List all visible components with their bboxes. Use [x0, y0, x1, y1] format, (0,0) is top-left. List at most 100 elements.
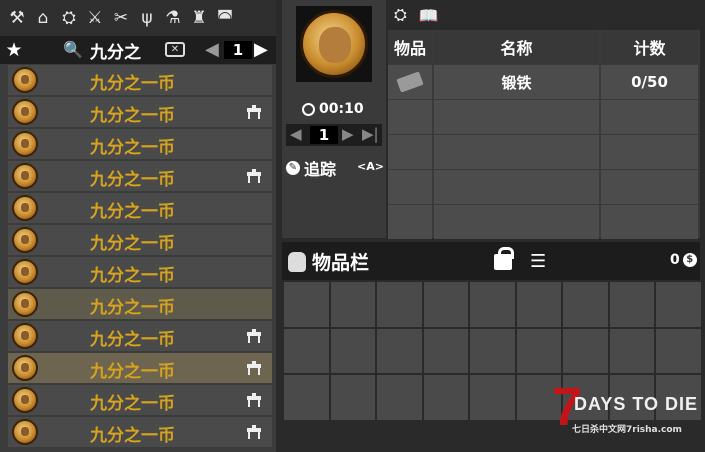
recipe-label: 九分之一币 [90, 426, 175, 446]
recipe-label: 九分之一币 [90, 106, 175, 126]
track-button[interactable]: ✎ 追踪 [286, 156, 336, 180]
recipe-row[interactable]: 九分之一币 [0, 384, 272, 416]
inventory-slot[interactable] [563, 282, 608, 327]
recipe-row[interactable]: 九分之一币 [0, 96, 272, 128]
inventory-slot[interactable] [470, 375, 515, 420]
compass-icon: ✎ [286, 161, 300, 175]
recipe-list: 九分之一币 九分之一币 九分之一币 九分之一币 九分之一币 九分之一币 九分之一币 九分之一币… [0, 64, 276, 448]
recipe-row[interactable]: 九分之一币 [0, 192, 272, 224]
table-row: 锻铁 0/50 [388, 65, 700, 99]
recipe-row[interactable]: 九分之一币 [0, 64, 272, 96]
recipe-label: 九分之一币 [90, 170, 175, 190]
workbench-icon [246, 168, 262, 183]
coin-icon [12, 195, 38, 221]
ingredient-icon-cell [388, 65, 432, 99]
workbench-icon [246, 104, 262, 119]
forged-iron-icon [396, 71, 424, 93]
coin-icon [12, 131, 38, 157]
inventory-slot[interactable] [284, 328, 329, 373]
hammer-icon[interactable]: ⚒ [4, 3, 30, 33]
ingredients-tabs: ⛭ 📖 [388, 0, 700, 30]
inventory-slot[interactable] [470, 328, 515, 373]
inventory-slot[interactable] [563, 328, 608, 373]
coin-icon [12, 387, 38, 413]
ingredient-count [601, 205, 698, 239]
workbench-tab-icon[interactable]: ⛭ [394, 5, 407, 25]
currency-icon: $ [682, 253, 697, 267]
ingredients-panel: ⛭ 📖 物品 名称 计数 锻铁 0/50 [388, 0, 700, 240]
lock-icon[interactable] [494, 247, 514, 270]
fork-icon[interactable]: ψ [134, 3, 160, 33]
sword-icon[interactable]: ⚔ [82, 3, 108, 33]
inventory-slot[interactable] [377, 375, 422, 420]
recipe-row[interactable]: 九分之一币 [0, 160, 272, 192]
recipe-panel: ⚒⌂⛭⚔✂ψ⚗♜◚ ★ 🔍 ✕ ◀ 1 ▶ 九分之一币九分之一币九分之一币九分之… [0, 0, 276, 452]
tools-icon[interactable]: ✂ [108, 3, 134, 33]
inventory-slot[interactable] [377, 282, 422, 327]
ingredients-table: 物品 名称 计数 锻铁 0/50 [388, 30, 700, 240]
header-count: 计数 [601, 30, 698, 64]
quantity-stepper: ◀ 1 ▶ ▶| [286, 124, 382, 146]
armor-icon[interactable]: ♜ [186, 3, 212, 33]
inventory-slot[interactable] [470, 282, 515, 327]
recipe-row[interactable]: 九分之一币 [0, 128, 272, 160]
inventory-slot[interactable] [609, 328, 654, 373]
science-icon[interactable]: ⚗ [160, 3, 186, 33]
inventory-slot[interactable] [609, 282, 654, 327]
inventory-slot[interactable] [284, 282, 329, 327]
helmet-icon[interactable]: ◚ [212, 3, 238, 33]
page-prev-button[interactable]: ◀ [205, 39, 219, 60]
search-icon[interactable]: 🔍 [63, 40, 83, 59]
workbench-icon [246, 392, 262, 407]
inventory-slot[interactable] [516, 282, 561, 327]
craft-timer: 00:10 [302, 101, 364, 117]
sort-icon[interactable]: ☰ [530, 251, 546, 272]
workbench-icon[interactable]: ⛭ [56, 3, 82, 33]
table-row [388, 205, 700, 239]
inventory-slot[interactable] [656, 328, 701, 373]
recipe-label: 九分之一币 [90, 266, 175, 286]
inventory-slot[interactable] [330, 375, 375, 420]
coin-icon [12, 227, 38, 253]
track-hotkey: <A> [357, 160, 384, 173]
qty-increase-button[interactable]: ▶ [342, 125, 354, 143]
page-next-button[interactable]: ▶ [254, 39, 268, 60]
recipe-row[interactable]: 九分之一币 [0, 224, 272, 256]
recipe-row[interactable]: 九分之一币 [0, 320, 272, 352]
qty-value: 1 [310, 126, 338, 144]
table-row [388, 135, 700, 169]
inventory-slot[interactable] [423, 375, 468, 420]
craft-time: 00:10 [319, 101, 364, 117]
search-input[interactable] [90, 39, 162, 61]
inventory-slot[interactable] [284, 375, 329, 420]
qty-decrease-button[interactable]: ◀ [290, 125, 302, 143]
ingredient-name: 锻铁 [434, 65, 599, 99]
qty-max-button[interactable]: ▶| [362, 125, 379, 143]
inventory-title: 物品栏 [312, 252, 370, 274]
inventory-slot[interactable] [516, 328, 561, 373]
inventory-slot[interactable] [656, 282, 701, 327]
recipe-label: 九分之一币 [90, 394, 175, 414]
clear-search-button[interactable]: ✕ [165, 42, 185, 57]
inventory-slot[interactable] [423, 282, 468, 327]
inventory-slot[interactable] [423, 328, 468, 373]
coin-icon [12, 323, 38, 349]
ingredient-icon-cell [388, 170, 432, 204]
ingredient-name [434, 205, 599, 239]
book-tab-icon[interactable]: 📖 [419, 6, 439, 25]
coin-icon [12, 355, 38, 381]
favorites-star-icon[interactable]: ★ [0, 39, 28, 61]
recipe-row[interactable]: 九分之一币 [0, 256, 272, 288]
workbench-icon [246, 328, 262, 343]
inventory-slot[interactable] [377, 328, 422, 373]
inventory-slot[interactable] [330, 282, 375, 327]
ingredient-count [601, 135, 698, 169]
ingredient-icon-cell [388, 100, 432, 134]
house-icon[interactable]: ⌂ [30, 3, 56, 33]
recipe-row[interactable]: 九分之一币 [0, 352, 272, 384]
recipe-row[interactable]: 九分之一币 [0, 416, 272, 448]
inventory-slot[interactable] [330, 328, 375, 373]
recipe-row[interactable]: 九分之一币 [0, 288, 272, 320]
recipe-label: 九分之一币 [90, 202, 175, 222]
table-header: 物品 名称 计数 [388, 30, 700, 64]
